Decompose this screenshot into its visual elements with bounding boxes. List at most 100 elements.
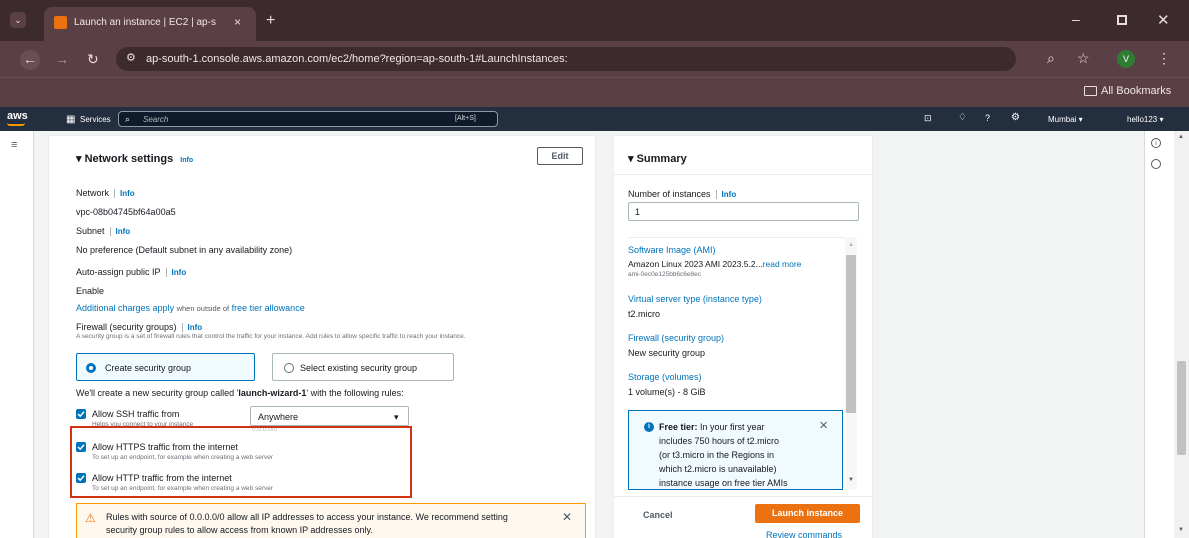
page-scroll-thumb[interactable]	[1177, 361, 1186, 455]
summary-scroll-thumb[interactable]	[846, 255, 856, 413]
scroll-up-icon[interactable]: ▲	[848, 242, 854, 248]
free-tier-line-3: (or t3.micro in the Regions in	[659, 450, 775, 460]
edit-button[interactable]: Edit	[537, 147, 583, 165]
ami-link[interactable]: Software Image (AMI)	[628, 245, 716, 255]
browser-toolbar: ← → ↻ ⚙ ap-south-1.console.aws.amazon.co…	[0, 41, 1189, 77]
account-name: hello123	[1127, 115, 1158, 124]
http-checkbox[interactable]	[76, 473, 86, 483]
free-tier-allowance-link[interactable]: free tier allowance	[232, 303, 305, 313]
dismiss-free-tier-icon[interactable]: ✕	[819, 419, 828, 432]
bookmarks-bar: All Bookmarks	[0, 77, 1189, 107]
aws-logo[interactable]: aws	[7, 110, 28, 122]
summary-firewall-link[interactable]: Firewall (security group)	[628, 333, 724, 343]
summary-header[interactable]: ▾ Summary	[628, 152, 687, 165]
close-tab-icon[interactable]: ×	[234, 15, 241, 29]
network-field-label: Network Info	[76, 188, 135, 199]
instance-type-link[interactable]: Virtual server type (instance type)	[628, 294, 762, 304]
hamburger-menu-icon[interactable]: ≡	[11, 139, 17, 151]
public-ip-info-link[interactable]: Info	[172, 268, 187, 277]
settings-gear-icon[interactable]: ⚙	[1011, 112, 1020, 123]
ami-read-more-link[interactable]: read more	[763, 259, 802, 269]
launch-instance-button[interactable]: Launch instance	[755, 504, 860, 523]
instance-type-value: t2.micro	[628, 309, 661, 319]
restore-icon[interactable]	[1117, 15, 1127, 25]
page-scrollbar[interactable]: ▲ ▼	[1174, 131, 1189, 538]
page-scroll-down-icon[interactable]: ▼	[1178, 527, 1184, 533]
browser-tab[interactable]: Launch an instance | EC2 | ap-s ×	[44, 7, 256, 41]
url-text: ap-south-1.console.aws.amazon.com/ec2/ho…	[146, 53, 568, 65]
profile-avatar[interactable]: V	[1117, 50, 1135, 68]
select-existing-security-group-option[interactable]: Select existing security group	[272, 353, 454, 381]
info-icon: i	[644, 422, 654, 432]
search-shortcut: [Alt+S]	[455, 115, 476, 122]
ami-id: ami-0ec0e125bb6c6e8ec	[628, 271, 701, 278]
forward-icon: →	[55, 51, 69, 67]
reload-icon[interactable]: ↻	[87, 51, 99, 68]
additional-charges-link[interactable]: Additional charges apply	[76, 303, 174, 313]
new-tab-icon[interactable]: +	[266, 12, 275, 30]
services-menu[interactable]: Services	[80, 115, 111, 124]
network-settings-info-link[interactable]: Info	[180, 157, 193, 164]
instances-field-label: Number of instances Info	[628, 189, 737, 200]
firewall-info-link[interactable]: Info	[188, 323, 203, 332]
dismiss-warning-icon[interactable]: ✕	[562, 510, 572, 524]
storage-link[interactable]: Storage (volumes)	[628, 372, 702, 382]
minimize-icon[interactable]: –	[1072, 11, 1080, 27]
summary-scrollbar[interactable]: ▲ ▼	[845, 237, 857, 490]
storage-value: 1 volume(s) - 8 GiB	[628, 387, 706, 397]
help-icon[interactable]: ?	[985, 113, 990, 123]
bookmark-star-icon[interactable]: ☆	[1077, 50, 1090, 67]
network-info-link[interactable]: Info	[120, 189, 135, 198]
tab-title: Launch an instance | EC2 | ap-s	[74, 17, 216, 28]
free-tier-line-5: instance usage on free tier AMIs	[659, 478, 788, 488]
http-hint: To set up an endpoint, for example when …	[92, 485, 274, 492]
services-grid-icon: ▦	[66, 114, 76, 125]
collapse-caret-icon: ▾	[628, 153, 637, 165]
network-settings-header[interactable]: ▾ Network settings Info	[76, 152, 193, 165]
aws-smile-icon	[7, 123, 25, 126]
info-panel-icon[interactable]: i	[1151, 138, 1161, 148]
https-checkbox[interactable]	[76, 442, 86, 452]
network-value: vpc-08b04745bf64a00a5	[76, 207, 176, 217]
select-existing-security-group-label: Select existing security group	[300, 363, 418, 373]
search-placeholder: Search	[143, 115, 169, 124]
summary-panel: ▾ Summary Number of instances Info 1 Soft…	[613, 135, 873, 538]
zoom-icon[interactable]: ⌕	[1047, 50, 1055, 67]
scroll-down-icon[interactable]: ▼	[848, 477, 854, 483]
back-icon[interactable]: ←	[20, 50, 40, 70]
notifications-icon[interactable]: ♢	[958, 112, 967, 123]
more-menu-icon[interactable]: ⋮	[1157, 50, 1171, 67]
subnet-field-label: Subnet Info	[76, 226, 131, 237]
firewall-description: A security group is a set of firewall ru…	[76, 333, 466, 340]
review-commands-link[interactable]: Review commands	[766, 530, 842, 538]
network-settings-panel: ▾ Network settings Info Edit Network Info…	[48, 135, 596, 538]
cancel-button[interactable]: Cancel	[643, 510, 673, 520]
console-content: ≡ ▾ Network settings Info Edit Network In…	[0, 131, 1189, 538]
help-panel-icon[interactable]	[1151, 159, 1161, 169]
ec2-favicon-icon	[54, 16, 67, 29]
public-ip-field-label: Auto-assign public IP Info	[76, 267, 187, 278]
site-settings-icon[interactable]: ⚙	[126, 51, 136, 64]
open-access-warning: ⚠ Rules with source of 0.0.0.0/0 allow a…	[76, 503, 586, 538]
address-bar[interactable]: ⚙ ap-south-1.console.aws.amazon.com/ec2/…	[116, 47, 1016, 71]
instances-info-link[interactable]: Info	[722, 190, 737, 199]
close-window-icon[interactable]: ✕	[1157, 11, 1170, 29]
region-selector[interactable]: Mumbai ▾	[1048, 115, 1083, 124]
console-search[interactable]: ⌕ Search [Alt+S]	[118, 111, 498, 127]
https-hint: To set up an endpoint, for example when …	[92, 454, 274, 461]
all-bookmarks-label[interactable]: All Bookmarks	[1101, 85, 1171, 97]
instances-count-input[interactable]: 1	[628, 202, 859, 221]
https-label: Allow HTTPS traffic from the internet	[92, 442, 238, 452]
ssh-checkbox[interactable]	[76, 409, 86, 419]
page-scroll-up-icon[interactable]: ▲	[1178, 134, 1184, 140]
account-menu[interactable]: hello123 ▾	[1127, 115, 1164, 124]
free-tier-line-1: Free tier: In your first year	[659, 422, 765, 432]
region-name: Mumbai	[1048, 115, 1077, 124]
cloudshell-icon[interactable]: ⊡	[924, 113, 932, 124]
network-settings-title: Network settings	[84, 153, 174, 165]
right-rail: i ▲ ▼	[1144, 131, 1189, 538]
tab-search-icon[interactable]: ⌄	[10, 12, 26, 28]
create-security-group-option[interactable]: Create security group	[76, 353, 255, 381]
subnet-info-link[interactable]: Info	[116, 227, 131, 236]
ssh-source-select[interactable]: Anywhere ▾	[250, 406, 409, 426]
